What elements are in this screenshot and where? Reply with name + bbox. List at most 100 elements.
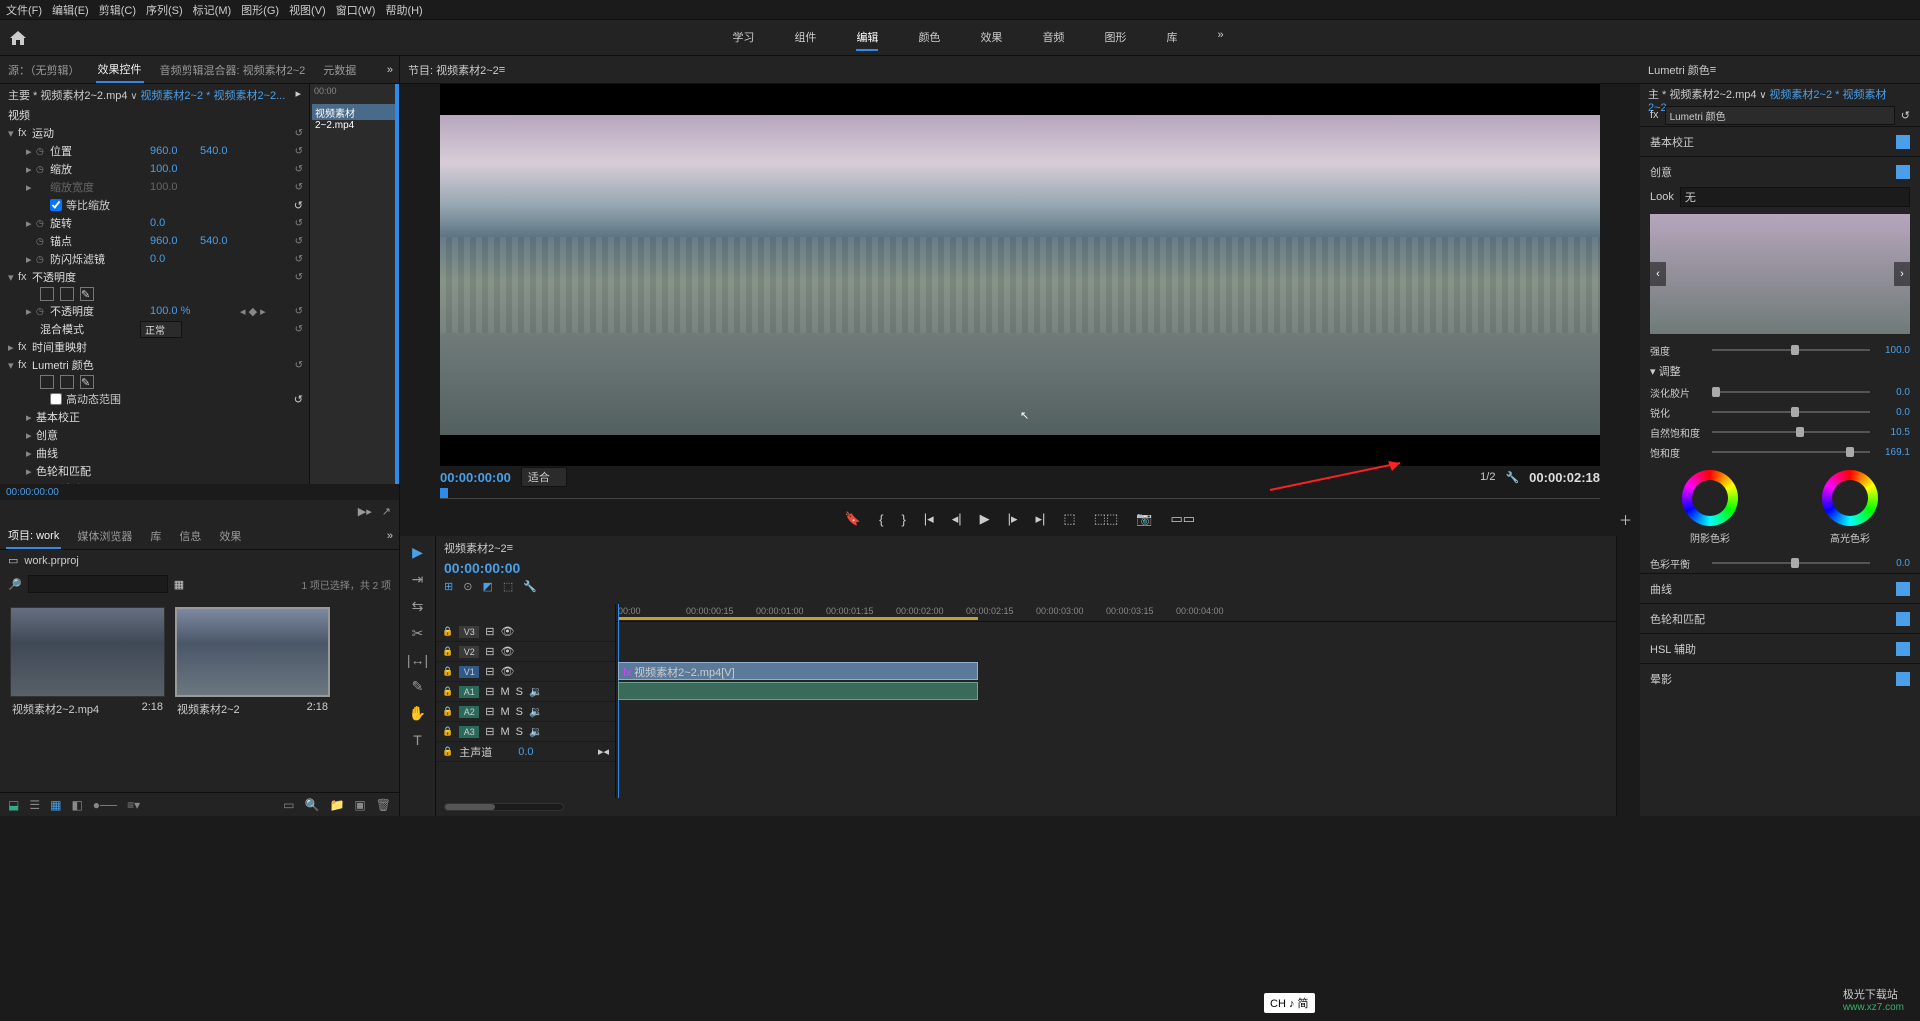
lumetri-mask-icons[interactable]: ✎ — [0, 374, 309, 390]
lumetri-hsl[interactable]: ▸HSL 辅助 — [0, 480, 309, 484]
ellipse-mask-icon[interactable] — [40, 287, 54, 301]
prop-rotation[interactable]: ▸◷旋转0.0↺ — [0, 214, 309, 232]
effect-motion[interactable]: ▾fx运动↺ — [0, 124, 309, 142]
track-a2[interactable]: 🔒A2⊟MS🔉 — [436, 702, 615, 722]
wrench-icon[interactable]: 🔧 — [1505, 471, 1519, 484]
rect-mask-icon[interactable] — [60, 287, 74, 301]
marker-icon[interactable]: 🔖 — [845, 511, 861, 527]
program-viewport[interactable]: ↖ — [440, 84, 1600, 466]
export-frame-icon[interactable]: ↗ — [382, 505, 391, 518]
settings-icon[interactable]: ⬚ — [503, 580, 513, 593]
step-fwd-icon[interactable]: |▸ — [1008, 511, 1018, 527]
prop-anchor[interactable]: ◷锚点960.0540.0↺ — [0, 232, 309, 250]
track-a3[interactable]: 🔒A3⊟MS🔉 — [436, 722, 615, 742]
crumb-link[interactable]: 视频素材2~2 * 视频素材2~2... — [140, 90, 285, 102]
delete-icon[interactable]: 🗑 — [376, 798, 391, 812]
effect-lumetri[interactable]: ▾fxLumetri 颜色↺ — [0, 356, 309, 374]
slider-vibrance[interactable]: 自然饱和度10.5 — [1640, 422, 1920, 442]
project-item-1[interactable]: 视频素材2~22:18 — [175, 607, 330, 721]
lift-icon[interactable]: ⬚ — [1063, 511, 1075, 527]
project-item-0[interactable]: 视频素材2~2.mp42:18 — [10, 607, 165, 721]
menu-graphics[interactable]: 图形(G) — [241, 2, 279, 18]
compare-icon[interactable]: ▭▭ — [1170, 511, 1195, 527]
prop-opacity-value[interactable]: ▸◷不透明度100.0 %◂ ◆ ▸↺ — [0, 302, 309, 320]
program-timecode[interactable]: 00:00:00:00 — [440, 470, 511, 485]
new-item-icon[interactable]: ▣ — [354, 798, 365, 812]
lumetri-preset-select[interactable]: Lumetri 颜色 — [1665, 106, 1895, 125]
tab-metadata[interactable]: 元数据 — [321, 58, 358, 82]
zoom-select[interactable]: 1/2 — [1480, 471, 1495, 483]
menu-view[interactable]: 视图(V) — [289, 2, 326, 18]
filter-icon[interactable]: ▦ — [174, 578, 184, 591]
lock-icon[interactable]: ⬓ — [8, 798, 19, 812]
tab-project[interactable]: 项目: work — [6, 523, 61, 549]
overflow-icon[interactable]: » — [387, 64, 393, 76]
ripple-tool-icon[interactable]: ⇆ — [412, 598, 424, 615]
find-icon[interactable]: 🔍 — [305, 798, 320, 812]
track-v2[interactable]: 🔒V2⊟👁 — [436, 642, 615, 662]
button-editor-icon[interactable]: ＋ — [1619, 510, 1632, 529]
time-ruler[interactable]: 00:00 00:00:00:15 00:00:01:00 00:00:01:1… — [616, 604, 1616, 622]
wrench-icon[interactable]: 🔧 — [523, 580, 537, 593]
in-point-icon[interactable]: { — [879, 512, 883, 527]
ws-tab-editing[interactable]: 编辑 — [856, 25, 878, 51]
prop-antiflicker[interactable]: ▸◷防闪烁滤镜0.0↺ — [0, 250, 309, 268]
lumetri-wheels[interactable]: ▸色轮和匹配 — [0, 462, 309, 480]
playhead-icon[interactable] — [440, 488, 448, 498]
prop-position[interactable]: ▸◷位置960.0540.0↺ — [0, 142, 309, 160]
go-out-icon[interactable]: ▸| — [1036, 511, 1046, 527]
effect-opacity[interactable]: ▾fx不透明度↺ — [0, 268, 309, 286]
overflow-icon[interactable]: » — [387, 530, 393, 542]
ws-tab-graphics[interactable]: 图形 — [1104, 25, 1126, 51]
freeform-view-icon[interactable]: ◧ — [71, 798, 82, 812]
lumetri-basic[interactable]: ▸基本校正 — [0, 408, 309, 426]
ws-tab-color[interactable]: 颜色 — [918, 25, 940, 51]
icon-view-icon[interactable]: ▦ — [50, 798, 61, 812]
next-look-icon[interactable]: › — [1894, 262, 1910, 286]
menu-clip[interactable]: 剪辑(C) — [99, 2, 136, 18]
tab-media-browser[interactable]: 媒体浏览器 — [75, 524, 134, 548]
sort-icon[interactable]: ≡▾ — [127, 798, 140, 812]
work-area-bar[interactable] — [618, 617, 978, 620]
snap-icon[interactable]: ⊞ — [444, 580, 453, 593]
menu-help[interactable]: 帮助(H) — [385, 2, 422, 18]
ws-overflow-icon[interactable]: » — [1217, 25, 1223, 51]
menu-markers[interactable]: 标记(M) — [193, 2, 232, 18]
tab-effects-browser[interactable]: 效果 — [217, 524, 243, 548]
tab-info[interactable]: 信息 — [177, 524, 203, 548]
menu-sequence[interactable]: 序列(S) — [146, 2, 183, 18]
home-button[interactable] — [0, 20, 36, 56]
lumetri-creative[interactable]: ▸创意 — [0, 426, 309, 444]
uniform-scale-checkbox[interactable]: 等比缩放↺ — [0, 196, 309, 214]
program-tab[interactable]: 节目: 视频素材2~2 — [408, 62, 499, 78]
zoom-slider[interactable]: ●── — [93, 798, 117, 812]
reset-icon[interactable]: ↺ — [295, 128, 303, 139]
section-vignette[interactable]: 晕影 — [1640, 663, 1920, 693]
timeline-tracks[interactable]: 00:00 00:00:00:15 00:00:01:00 00:00:01:1… — [616, 604, 1616, 798]
hand-tool-icon[interactable]: ✋ — [409, 705, 426, 722]
reset-icon[interactable]: ↺ — [1901, 109, 1910, 122]
ws-tab-effects[interactable]: 效果 — [980, 25, 1002, 51]
audio-clip[interactable] — [618, 682, 978, 700]
fit-select[interactable]: 适合 — [521, 467, 567, 487]
play-icon[interactable]: ▶ — [980, 511, 990, 527]
check-icon[interactable] — [1896, 165, 1910, 179]
check-icon[interactable] — [1896, 135, 1910, 149]
extract-icon[interactable]: ⬚⬚ — [1094, 511, 1119, 527]
menu-window[interactable]: 窗口(W) — [336, 2, 376, 18]
menu-file[interactable]: 文件(F) — [6, 2, 42, 18]
list-view-icon[interactable]: ☰ — [29, 798, 40, 812]
linked-sel-icon[interactable]: ⊙ — [463, 580, 472, 593]
track-v1[interactable]: 🔒V1⊟👁 — [436, 662, 615, 682]
tab-effect-controls[interactable]: 效果控件 — [96, 57, 144, 83]
tab-source[interactable]: 源：（无剪辑） — [6, 58, 82, 82]
section-creative[interactable]: 创意 — [1640, 156, 1920, 186]
step-back-icon[interactable]: ◂| — [952, 511, 962, 527]
export-frame-icon[interactable]: 📷 — [1136, 511, 1152, 527]
menu-edit[interactable]: 编辑(E) — [52, 2, 89, 18]
track-v3[interactable]: 🔒V3⊟👁 — [436, 622, 615, 642]
slip-tool-icon[interactable]: |↔| — [407, 652, 428, 668]
lumetri-curves[interactable]: ▸曲线 — [0, 444, 309, 462]
slider-intensity[interactable]: 强度100.0 — [1640, 340, 1920, 360]
new-bin-icon[interactable]: 📁 — [329, 798, 344, 812]
